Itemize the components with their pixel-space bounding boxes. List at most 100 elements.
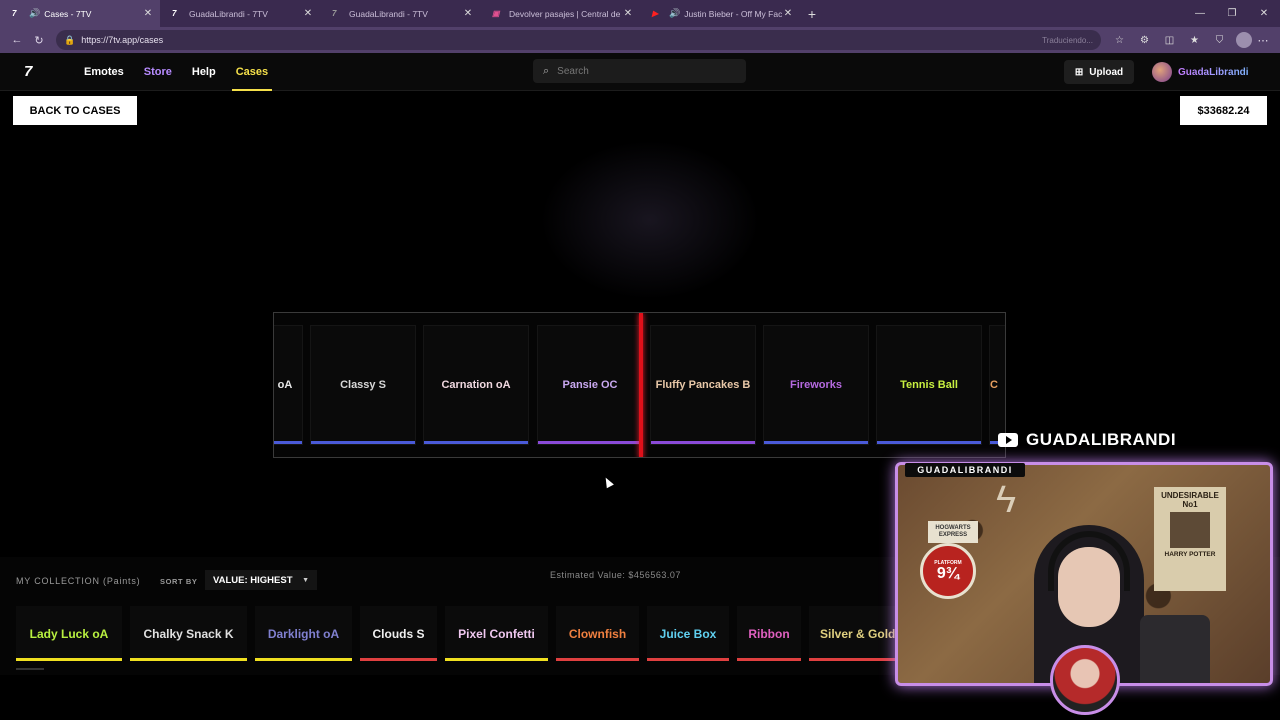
star-icon[interactable]: ☆ (1107, 35, 1132, 46)
back-to-cases-button[interactable]: BACK TO CASES (13, 96, 137, 125)
youtube-icon: ▶ (652, 9, 659, 18)
tab-label: GuadaLibrandi - 7TV (349, 8, 428, 19)
collection-item[interactable]: Pixel Confetti (445, 606, 548, 661)
collection-item[interactable]: Lady Luck oA (16, 606, 122, 661)
spinner-item: Fireworks (763, 325, 869, 445)
close-tab-icon[interactable]: ✕ (782, 8, 794, 19)
poster-portrait (1170, 512, 1210, 548)
case-spinner: oA Classy S Carnation oA Pansie OC Fluff… (273, 312, 1006, 458)
collection-item-label: Pixel Confetti (458, 626, 535, 641)
tab-label: Justin Bieber - Off My Face (V (684, 8, 782, 19)
spinner-item: oA (274, 325, 303, 445)
browser-tab[interactable]: 7 GuadaLibrandi - 7TV ✕ (320, 0, 480, 27)
search-input[interactable]: ⌕ Search (533, 59, 746, 83)
upload-icon: ⊞ (1074, 66, 1084, 78)
url-field[interactable]: 🔒 https://7tv.app/cases Traduciendo... (56, 30, 1101, 50)
shield-icon[interactable]: ⛉ (1207, 35, 1232, 46)
split-icon[interactable]: ◫ (1157, 35, 1182, 46)
search-placeholder: Search (557, 65, 589, 77)
spinner-item-label: oA (277, 379, 293, 391)
spinner-item-label: Fluffy Pancakes B (655, 379, 751, 391)
poster-name: HARRY POTTER (1164, 551, 1216, 558)
nav-link-emotes[interactable]: Emotes (74, 53, 134, 91)
back-arrow-icon[interactable]: ← (6, 29, 28, 51)
spinner-item: Tennis Ball (876, 325, 982, 445)
sort-select[interactable]: VALUE: HIGHEST ▼ (205, 570, 317, 590)
reload-icon[interactable]: ↻ (28, 29, 50, 51)
window-controls: — ❐ ✕ (1184, 0, 1280, 27)
mouse-cursor (602, 475, 614, 489)
collection-item[interactable]: Clownfish (556, 606, 639, 661)
close-window-icon[interactable]: ✕ (1248, 0, 1280, 27)
chevron-down-icon: ▼ (302, 576, 309, 584)
site-navbar: 7 Emotes Store Help Cases ⌕ Search ⊞ Upl… (0, 53, 1280, 91)
close-tab-icon[interactable]: ✕ (142, 8, 154, 19)
collection-item[interactable]: Silver & Gold (809, 606, 901, 661)
close-tab-icon[interactable]: ✕ (302, 8, 314, 19)
spinner-item-label: Pansie OC (562, 379, 618, 391)
restore-icon[interactable]: ❐ (1216, 0, 1248, 27)
collection-item-label: Ribbon (748, 626, 790, 641)
collection-item[interactable]: Juice Box (647, 606, 729, 661)
tab-label: GuadaLibrandi - 7TV (189, 8, 268, 19)
7tv-icon: 7 (172, 9, 177, 18)
browser-tab[interactable]: ▶ 🔊 Justin Bieber - Off My Face (V ✕ (640, 0, 800, 27)
collection-item[interactable]: Ribbon (737, 606, 801, 661)
collection-item-label: Clouds S (372, 626, 425, 641)
lock-icon: 🔒 (64, 34, 76, 45)
spinner-item: Pansie OC (537, 325, 643, 445)
address-bar: ← ↻ 🔒 https://7tv.app/cases Traduciendo.… (0, 27, 1280, 53)
url-text: https://7tv.app/cases (81, 35, 164, 45)
collection-item[interactable]: Darklight oA (255, 606, 352, 661)
upload-label: Upload (1089, 66, 1124, 78)
speaker-icon[interactable]: 🔊 (669, 8, 680, 19)
collection-item-label: Silver & Gold (820, 626, 896, 641)
7tv-icon: 7 (12, 9, 17, 18)
upload-button[interactable]: ⊞ Upload (1064, 60, 1134, 84)
collection-item-label: Juice Box (659, 626, 717, 641)
browser-tab[interactable]: 7 GuadaLibrandi - 7TV ✕ (160, 0, 320, 27)
close-tab-icon[interactable]: ✕ (622, 8, 634, 19)
collection-item-label: Chalky Snack K (143, 626, 234, 641)
collection-item[interactable]: Chalky Snack K (130, 606, 247, 661)
spinner-item-label: Classy S (340, 379, 386, 391)
browser-tab[interactable]: ▣ Devolver pasajes | Central de Pasa ✕ (480, 0, 640, 27)
user-menu[interactable]: GuadaLibrandi (1152, 62, 1249, 82)
spinner-item: C (989, 325, 1005, 445)
extensions-icon[interactable]: ⚙ (1132, 35, 1157, 46)
spinner-item: Classy S (310, 325, 416, 445)
collection-item[interactable]: Clouds S (360, 606, 437, 661)
collection-item-label: Clownfish (568, 626, 627, 641)
sort-value: VALUE: HIGHEST (213, 574, 293, 586)
favorites-icon[interactable]: ★ (1182, 35, 1207, 46)
nav-link-help[interactable]: Help (182, 53, 226, 91)
lightning-bolt-icon: ϟ (996, 479, 1017, 521)
nav-links: Emotes Store Help Cases (74, 53, 278, 91)
platform-number: 9¾ (936, 565, 960, 582)
extension-icons: ☆ ⚙ ◫ ★ ⛉ (1107, 35, 1232, 46)
bus-icon: ▣ (492, 9, 500, 18)
spinner-item: Carnation oA (423, 325, 529, 445)
tab-label: Cases - 7TV (44, 8, 92, 19)
7tv-logo[interactable]: 7 (24, 63, 44, 80)
wanted-poster: UNDESIRABLE No1 HARRY POTTER (1154, 487, 1226, 591)
spinner-item-label: Fireworks (790, 379, 842, 391)
username: GuadaLibrandi (1178, 66, 1249, 78)
case-image-glow (540, 140, 760, 300)
speaker-icon[interactable]: 🔊 (29, 8, 40, 19)
minimize-icon[interactable]: — (1184, 0, 1216, 27)
collection-scrollbar[interactable] (16, 668, 44, 670)
profile-avatar[interactable] (1236, 32, 1252, 48)
nav-link-cases[interactable]: Cases (226, 53, 278, 91)
youtube-handle-overlay: GUADALIBRANDI (998, 430, 1176, 450)
collection-item-label: Darklight oA (267, 626, 340, 641)
close-tab-icon[interactable]: ✕ (462, 8, 474, 19)
tab-label: Devolver pasajes | Central de Pasa (509, 8, 622, 19)
new-tab-button[interactable]: + (800, 0, 824, 27)
browser-tab[interactable]: 7 🔊 Cases - 7TV ✕ (0, 0, 160, 27)
nav-link-store[interactable]: Store (134, 53, 182, 91)
platform-sign: PLATFORM 9¾ (920, 543, 976, 599)
menu-icon[interactable]: ⋯ (1252, 29, 1274, 51)
youtube-handle: GUADALIBRANDI (1026, 430, 1177, 449)
poster-number: No1 (1182, 500, 1198, 509)
